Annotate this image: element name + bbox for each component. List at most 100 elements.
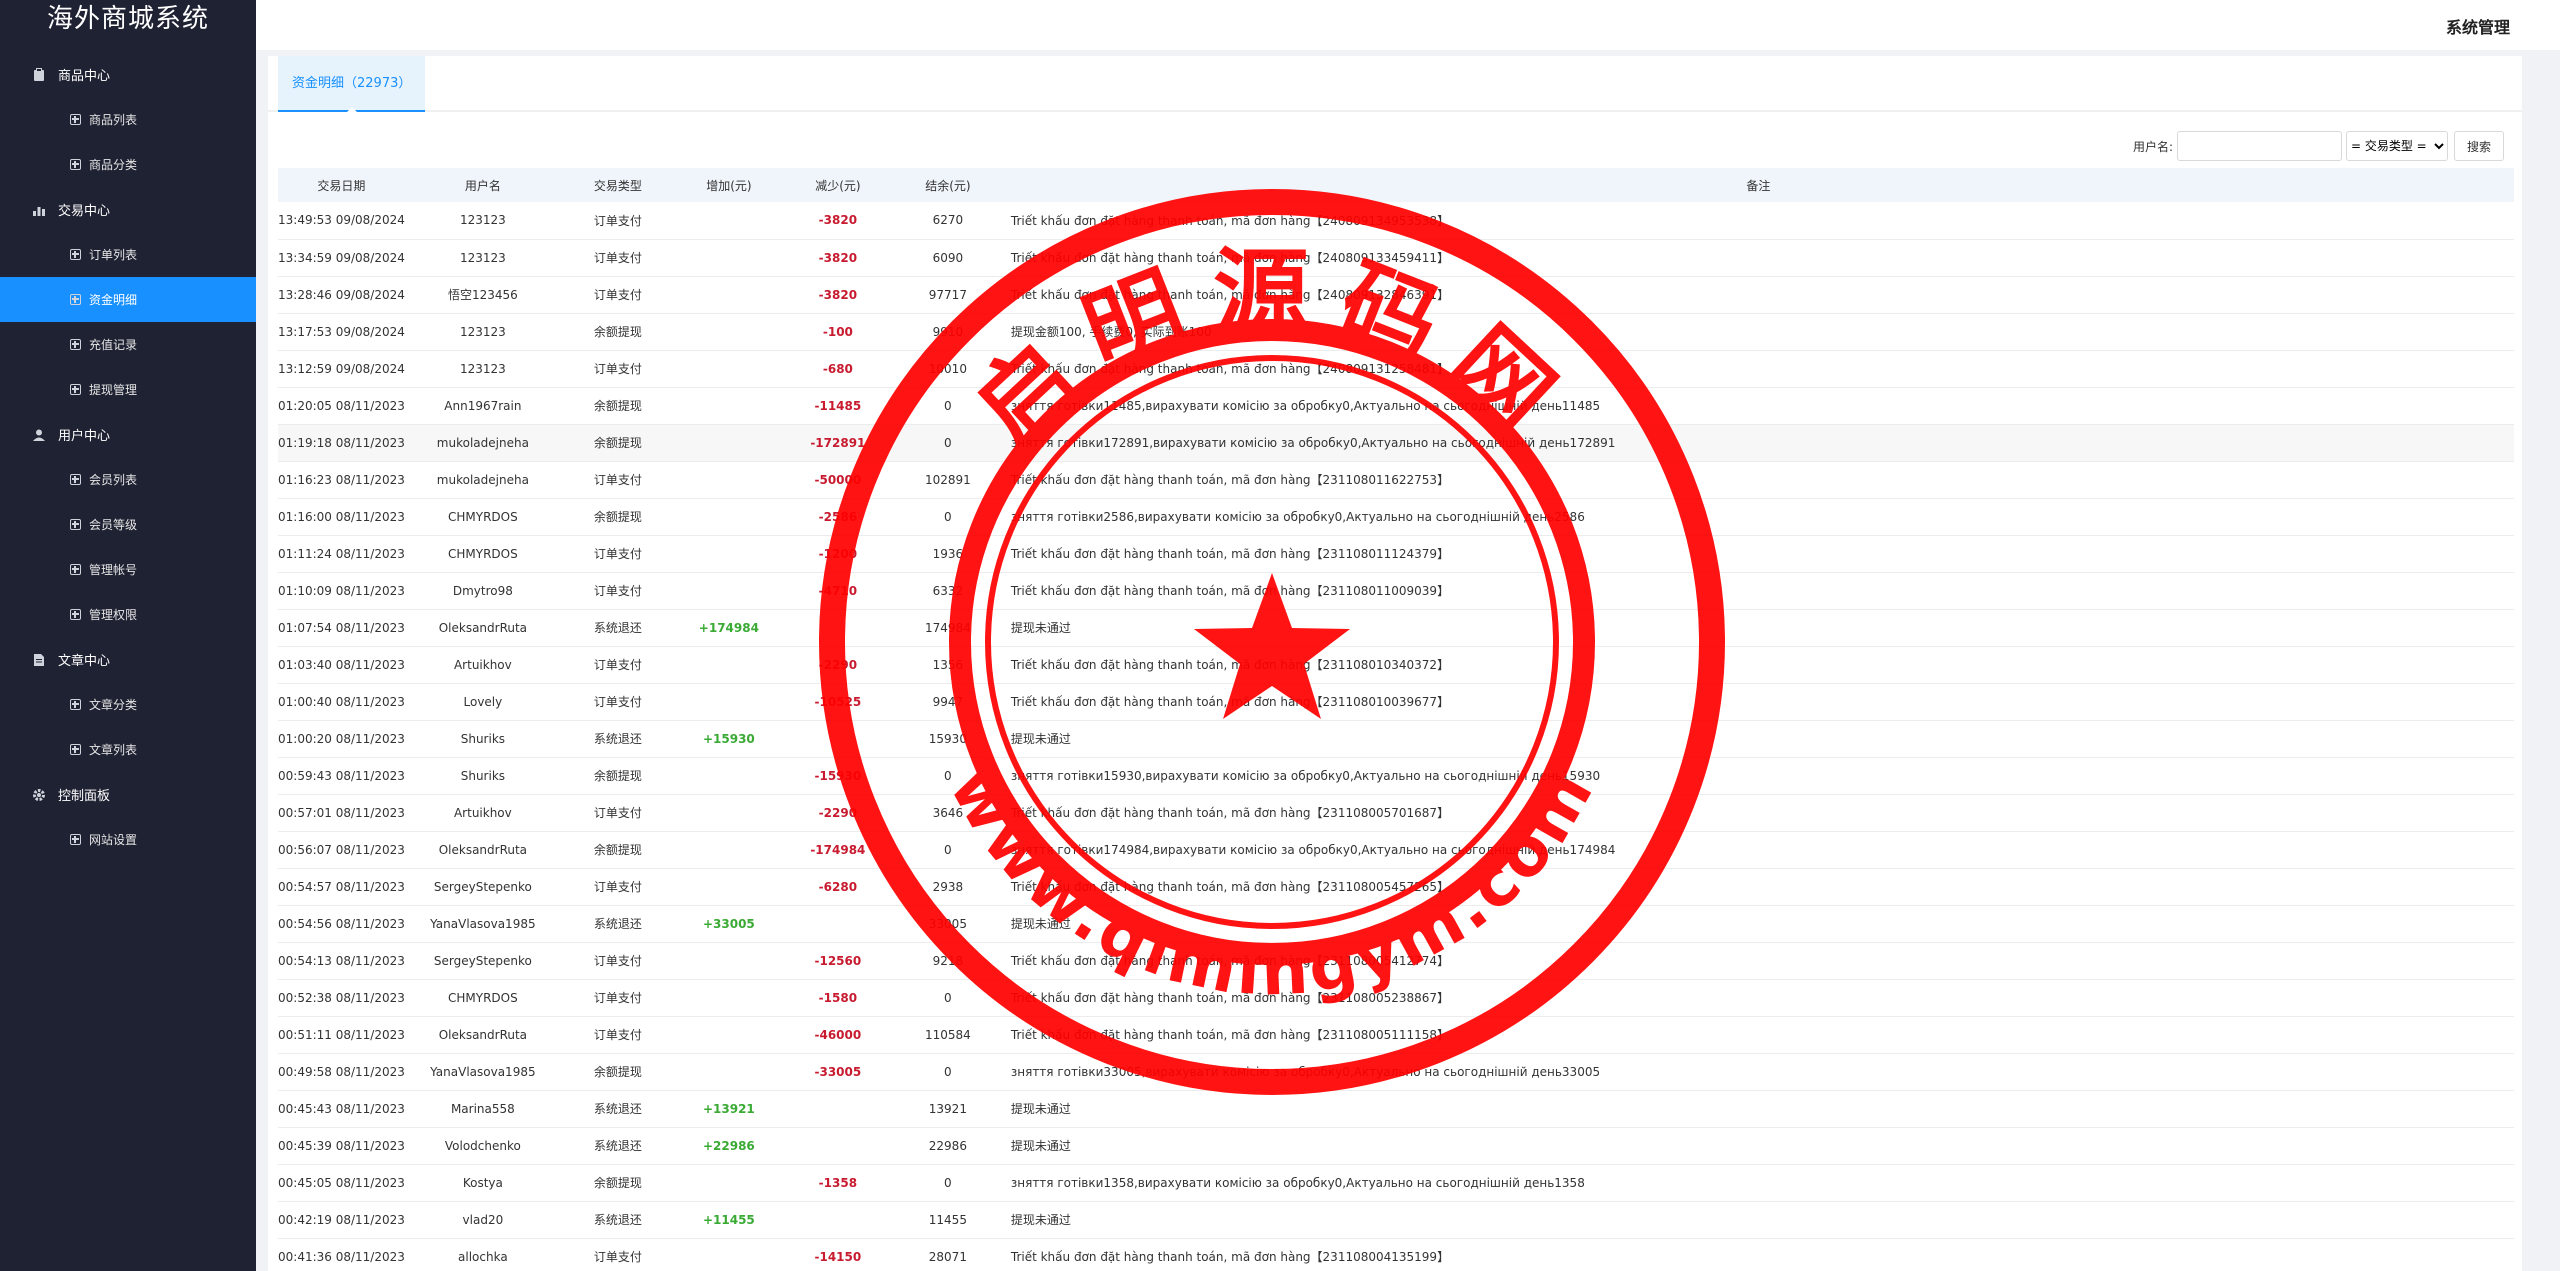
plus-square-icon: [70, 519, 81, 530]
sidebar-item-2-1[interactable]: 会员等级: [0, 502, 256, 547]
cell-type: 订单支付: [593, 584, 642, 598]
cell-note: зняття готівки15930,вирахувати комісію з…: [1010, 768, 1601, 783]
cell-type: 订单支付: [593, 806, 642, 820]
cell-increase: +13921: [702, 1101, 755, 1116]
cell-username: Shuriks: [460, 768, 506, 783]
cell-balance: 10010: [928, 361, 967, 376]
cell-increase: +11455: [702, 1212, 755, 1227]
cell-decrease: -6280: [818, 879, 858, 894]
sidebar-item-1-3[interactable]: 提现管理: [0, 367, 256, 412]
cell-decrease: [783, 1090, 893, 1127]
cell-date: 01:11:24 08/11/2023: [278, 546, 405, 561]
cell-balance: 11455: [928, 1212, 967, 1227]
table-row: 13:17:53 09/08/2024 123123 余额提现 -100 9910 提现金…: [278, 313, 2514, 350]
sidebar-item-0-0[interactable]: 商品列表: [0, 97, 256, 142]
sidebar-group-3[interactable]: 文章中心: [0, 637, 256, 682]
cell-note: Triết khấu đơn đặt hàng thanh toán, mã đ…: [1010, 695, 1450, 709]
sidebar-group-0[interactable]: 商品中心: [0, 52, 256, 97]
sidebar-item-4-0[interactable]: 网站设置: [0, 817, 256, 862]
cell-decrease: -1200: [818, 546, 858, 561]
cell-date: 01:19:18 08/11/2023: [278, 435, 405, 450]
transaction-type-select[interactable]: = 交易类型 =: [2345, 131, 2448, 161]
sidebar-item-3-1[interactable]: 文章列表: [0, 727, 256, 772]
cell-decrease: -11485: [814, 398, 862, 413]
sidebar-item-2-3[interactable]: 管理权限: [0, 592, 256, 637]
table-row: 00:54:13 08/11/2023 SergeyStepenko 订单支付 -12…: [278, 942, 2514, 979]
cell-username: SergeyStepenko: [433, 879, 532, 894]
table-row: 01:19:18 08/11/2023 mukoladejneha 余额提现 -172…: [278, 424, 2514, 461]
cell-balance: 9218: [932, 953, 964, 968]
cell-balance: 174984: [924, 620, 971, 635]
cell-balance: 15930: [928, 731, 967, 746]
cell-date: 00:57:01 08/11/2023: [278, 805, 405, 820]
table-row: 00:49:58 08/11/2023 YanaVlasova1985 余额提现 -3…: [278, 1053, 2514, 1090]
cell-decrease: -46000: [814, 1027, 862, 1042]
sidebar-item-0-1[interactable]: 商品分类: [0, 142, 256, 187]
cell-note: Triết khấu đơn đặt hàng thanh toán, mã đ…: [1010, 991, 1450, 1005]
cell-decrease: -3820: [818, 287, 858, 302]
cell-date: 01:20:05 08/11/2023: [278, 398, 405, 413]
col-header-username: 用户名: [464, 178, 501, 193]
username-input[interactable]: [2176, 131, 2342, 161]
sidebar-group-4[interactable]: 控制面板: [0, 772, 256, 817]
plus-square-icon: [70, 834, 81, 845]
table-row: 01:11:24 08/11/2023 CHMYRDOS 订单支付 -1200 1936…: [278, 535, 2514, 572]
cell-decrease: -174984: [810, 842, 866, 857]
sidebar-group-1[interactable]: 交易中心: [0, 187, 256, 232]
cell-type: 余额提现: [593, 769, 642, 783]
cell-username: YanaVlasova1985: [430, 916, 536, 931]
sidebar-item-1-1[interactable]: 资金明细: [0, 277, 256, 322]
cell-username: Artuikhov: [453, 657, 512, 672]
cell-balance: 0: [944, 1175, 952, 1190]
tab-fund-details[interactable]: 资金明细（22973）: [278, 56, 426, 112]
cell-balance: 0: [944, 398, 952, 413]
top-header: 系统管理: [256, 0, 2560, 50]
cell-username: 123123: [459, 250, 506, 265]
system-menu-button[interactable]: 系统管理: [2446, 14, 2510, 38]
cell-decrease: -33005: [814, 1064, 862, 1079]
cell-type: 订单支付: [593, 1250, 642, 1264]
sidebar-item-label: 文章列表: [89, 743, 138, 757]
plus-square-icon: [70, 159, 81, 170]
sidebar-item-1-2[interactable]: 充值记录: [0, 322, 256, 367]
cell-type: 余额提现: [593, 1065, 642, 1079]
cell-username: 123123: [459, 324, 506, 339]
table-row: 00:45:39 08/11/2023 Volodchenko 系统退还 +22986…: [278, 1127, 2514, 1164]
cell-date: 01:10:09 08/11/2023: [278, 583, 405, 598]
cell-note: Triết khấu đơn đặt hàng thanh toán, mã đ…: [1010, 251, 1450, 265]
table-row: 00:45:43 08/11/2023 Marina558 系统退还 +13921 13…: [278, 1090, 2514, 1127]
cell-increase: +15930: [702, 731, 755, 746]
search-button[interactable]: 搜索: [2453, 131, 2504, 161]
cell-type: 余额提现: [593, 1176, 642, 1190]
table-row: 00:42:19 08/11/2023 vlad20 系统退还 +11455 11455…: [278, 1201, 2514, 1238]
sidebar-item-2-2[interactable]: 管理帐号: [0, 547, 256, 592]
table-row: 01:00:20 08/11/2023 Shuriks 系统退还 +15930 1593…: [278, 720, 2514, 757]
table-row: 01:03:40 08/11/2023 Artuikhov 订单支付 -2290 135…: [278, 646, 2514, 683]
cell-decrease: -50000: [814, 472, 862, 487]
cell-increase: [675, 239, 783, 276]
sidebar-item-3-0[interactable]: 文章分类: [0, 682, 256, 727]
table-row: 01:16:00 08/11/2023 CHMYRDOS 余额提现 -2586 0 зня…: [278, 498, 2514, 535]
cell-date: 01:16:23 08/11/2023: [278, 472, 405, 487]
cell-date: 00:54:56 08/11/2023: [278, 916, 405, 931]
cell-decrease: [783, 1201, 893, 1238]
cell-note: зняття готівки2586,вирахувати комісію за…: [1010, 509, 1585, 524]
sidebar-item-2-0[interactable]: 会员列表: [0, 457, 256, 502]
cell-balance: 1936: [932, 546, 964, 561]
cell-username: allochka: [458, 1249, 508, 1264]
cell-type: 订单支付: [593, 473, 642, 487]
cell-increase: [675, 350, 783, 387]
cell-increase: [675, 572, 783, 609]
cell-increase: +33005: [702, 916, 755, 931]
sidebar-item-1-0[interactable]: 订单列表: [0, 232, 256, 277]
cell-username: OleksandrRuta: [438, 1027, 528, 1042]
col-header-date: 交易日期: [317, 178, 366, 193]
cell-balance: 0: [944, 768, 952, 783]
cell-date: 01:16:00 08/11/2023: [278, 509, 405, 524]
plus-square-icon: [70, 744, 81, 755]
cell-username: Lovely: [463, 694, 503, 709]
cell-username: OleksandrRuta: [438, 842, 528, 857]
sidebar-group-2[interactable]: 用户中心: [0, 412, 256, 457]
cell-increase: [675, 313, 783, 350]
cell-note: Triết khấu đơn đặt hàng thanh toán, mã đ…: [1010, 288, 1450, 302]
